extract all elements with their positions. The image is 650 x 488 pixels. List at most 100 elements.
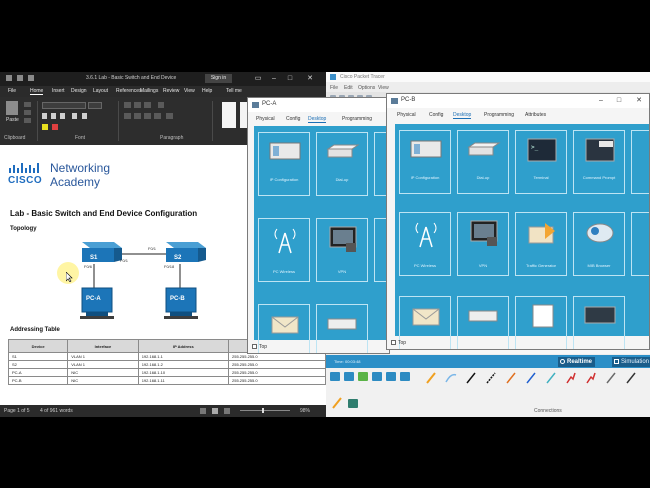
cut-icon[interactable] bbox=[24, 102, 31, 107]
pt-menu-options[interactable]: Options bbox=[358, 85, 375, 91]
close-button[interactable]: ✕ bbox=[633, 96, 645, 106]
always-on-top-checkbox[interactable]: Top bbox=[391, 340, 406, 346]
tab-file[interactable]: File bbox=[8, 88, 16, 94]
web-browser-tile[interactable] bbox=[631, 130, 649, 194]
indent-icon[interactable] bbox=[158, 102, 164, 108]
category-components-icon[interactable] bbox=[372, 372, 382, 381]
font-color-icon[interactable] bbox=[52, 124, 58, 130]
pc-wireless-tile[interactable]: PC Wireless bbox=[399, 212, 451, 276]
pppoe-tile[interactable] bbox=[457, 296, 509, 349]
ipv6-configuration-tile[interactable] bbox=[573, 296, 625, 349]
redo-icon[interactable] bbox=[28, 75, 34, 81]
serial-dte-cable-icon[interactable] bbox=[584, 371, 598, 385]
coaxial-cable-icon[interactable] bbox=[544, 371, 558, 385]
italic-icon[interactable] bbox=[51, 113, 56, 119]
minimize-button[interactable]: – bbox=[268, 74, 280, 84]
pc-b-titlebar[interactable]: PC-B – □ ✕ bbox=[387, 94, 649, 108]
category-connections-icon[interactable] bbox=[358, 372, 368, 381]
vpn-tile[interactable]: VPN bbox=[457, 212, 509, 276]
numbering-icon[interactable] bbox=[134, 102, 141, 108]
email-tile[interactable] bbox=[399, 296, 451, 349]
multilevel-list-icon[interactable] bbox=[144, 102, 151, 108]
paste-icon[interactable] bbox=[6, 101, 18, 115]
tab-programming[interactable]: Programming bbox=[484, 112, 514, 118]
paste-button[interactable]: Paste bbox=[6, 117, 19, 123]
tab-home[interactable]: Home bbox=[30, 88, 44, 95]
bold-icon[interactable] bbox=[42, 113, 47, 119]
fiber-cable-icon[interactable] bbox=[504, 371, 518, 385]
close-button[interactable]: ✕ bbox=[304, 74, 316, 84]
maximize-button[interactable]: □ bbox=[613, 96, 625, 106]
mib-browser-tile[interactable]: MIB Browser bbox=[573, 212, 625, 276]
align-center-icon[interactable] bbox=[134, 113, 141, 119]
realtime-mode-button[interactable]: Realtime bbox=[558, 357, 596, 367]
tab-design[interactable]: Design bbox=[71, 88, 87, 94]
text-editor-tile[interactable] bbox=[515, 296, 567, 349]
dial-up-tile[interactable]: Dial-up bbox=[316, 132, 368, 196]
tab-programming[interactable]: Programming bbox=[342, 116, 372, 122]
pc-a-titlebar[interactable]: PC-A bbox=[248, 98, 389, 112]
print-layout-icon[interactable] bbox=[212, 408, 218, 414]
bullets-icon[interactable] bbox=[124, 102, 131, 108]
tab-review[interactable]: Review bbox=[163, 88, 179, 94]
dial-up-tile[interactable]: Dial-up bbox=[457, 130, 509, 194]
underline-icon[interactable] bbox=[60, 113, 65, 119]
ip-configuration-tile[interactable]: IP Configuration bbox=[399, 130, 451, 194]
maximize-button[interactable]: □ bbox=[284, 74, 296, 84]
undo-icon[interactable] bbox=[17, 75, 23, 81]
zoom-slider[interactable] bbox=[240, 410, 290, 411]
category-end-devices-icon[interactable] bbox=[344, 372, 354, 381]
font-name-box[interactable] bbox=[42, 102, 86, 109]
subscript-icon[interactable] bbox=[82, 113, 87, 119]
tab-help[interactable]: Help bbox=[202, 88, 212, 94]
tab-desktop[interactable]: Desktop bbox=[453, 112, 472, 119]
crossover-cable-icon[interactable] bbox=[484, 371, 498, 385]
ip-configuration-tile[interactable]: IP Configuration bbox=[258, 132, 310, 196]
selected-cable-icon[interactable] bbox=[330, 396, 344, 410]
tab-layout[interactable]: Layout bbox=[93, 88, 108, 94]
tab-attributes[interactable]: Attributes bbox=[525, 112, 546, 118]
justify-icon[interactable] bbox=[154, 113, 161, 119]
strikethrough-icon[interactable] bbox=[72, 113, 77, 119]
tab-config[interactable]: Config bbox=[429, 112, 443, 118]
style-normal[interactable] bbox=[222, 102, 236, 128]
serial-dce-cable-icon[interactable] bbox=[564, 371, 578, 385]
tab-config[interactable]: Config bbox=[286, 116, 300, 122]
pt-menu-view[interactable]: View bbox=[378, 85, 389, 91]
pc-wireless-tile[interactable]: PC Wireless bbox=[258, 218, 310, 282]
save-icon[interactable] bbox=[6, 75, 12, 81]
shading-icon[interactable] bbox=[166, 113, 173, 119]
align-right-icon[interactable] bbox=[144, 113, 151, 119]
web-layout-icon[interactable] bbox=[224, 408, 230, 414]
auto-cable-icon[interactable] bbox=[424, 371, 438, 385]
tab-desktop[interactable]: Desktop bbox=[308, 116, 327, 123]
terminal-tile[interactable]: >_ Terminal bbox=[515, 130, 567, 194]
tab-tell-me[interactable]: Tell me bbox=[226, 88, 242, 94]
minimize-button[interactable]: – bbox=[595, 96, 607, 106]
tab-physical[interactable]: Physical bbox=[397, 112, 416, 118]
zoom-slider-thumb[interactable] bbox=[262, 408, 264, 413]
tab-mailings[interactable]: Mailings bbox=[140, 88, 158, 94]
font-size-box[interactable] bbox=[88, 102, 102, 109]
cable-subtype-icon[interactable] bbox=[348, 399, 358, 408]
ribbon-display-icon[interactable]: ▭ bbox=[252, 74, 264, 84]
iot-cable-icon[interactable] bbox=[624, 371, 638, 385]
octal-cable-icon[interactable] bbox=[604, 371, 618, 385]
align-left-icon[interactable] bbox=[124, 113, 131, 119]
traffic-generator-tile[interactable]: Traffic Generator bbox=[515, 212, 567, 276]
sign-in-button[interactable]: Sign in bbox=[205, 74, 232, 83]
category-misc-icon[interactable] bbox=[386, 372, 396, 381]
pt-menu-edit[interactable]: Edit bbox=[344, 85, 353, 91]
simulation-mode-button[interactable]: Simulation bbox=[612, 357, 650, 367]
console-cable-icon[interactable] bbox=[444, 371, 458, 385]
format-painter-icon[interactable] bbox=[24, 118, 31, 123]
category-multiuser-icon[interactable] bbox=[400, 372, 410, 381]
copy-icon[interactable] bbox=[24, 110, 31, 115]
always-on-top-checkbox[interactable]: Top bbox=[252, 344, 267, 350]
category-network-devices-icon[interactable] bbox=[330, 372, 340, 381]
phone-cable-icon[interactable] bbox=[524, 371, 538, 385]
tab-insert[interactable]: Insert bbox=[52, 88, 65, 94]
tab-physical[interactable]: Physical bbox=[256, 116, 275, 122]
tab-view[interactable]: View bbox=[184, 88, 195, 94]
command-prompt-tile[interactable]: Command Prompt bbox=[573, 130, 625, 194]
